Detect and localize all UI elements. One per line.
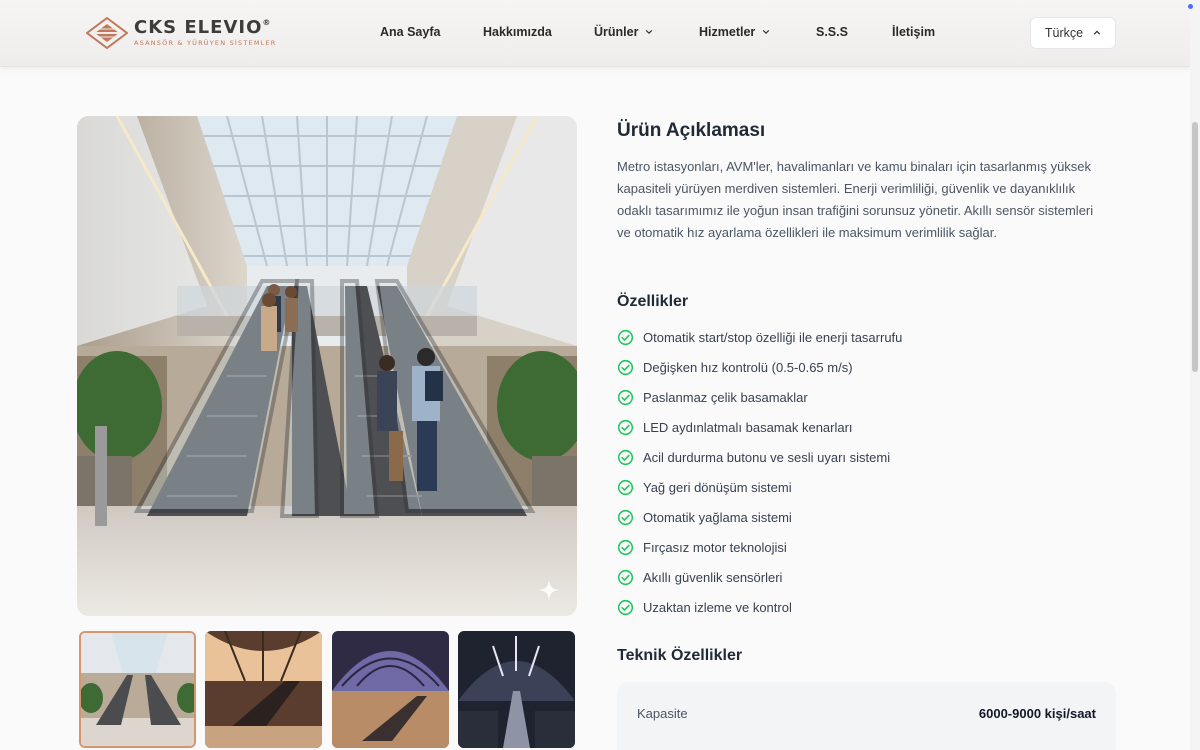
feature-text: Fırçasız motor teknolojisi xyxy=(643,539,787,555)
feature-text: LED aydınlatmalı basamak kenarları xyxy=(643,419,853,435)
check-circle-icon xyxy=(617,539,634,555)
brand-name: CKS ELEVIO® xyxy=(134,17,272,39)
thumbnail-image xyxy=(81,633,194,746)
feature-item: Otomatik start/stop özelliği ile enerji … xyxy=(617,322,902,352)
check-circle-icon xyxy=(617,329,634,345)
features-title: Özellikler xyxy=(617,293,689,310)
feature-item: Uzaktan izleme ve kontrol xyxy=(617,592,902,622)
scrollbar-track[interactable] xyxy=(1190,0,1200,750)
description-title: Ürün Açıklaması xyxy=(617,120,766,141)
spec-value: 6000-9000 kişi/saat xyxy=(978,706,1096,721)
thumbnail-image xyxy=(458,631,575,748)
check-circle-icon xyxy=(617,449,634,465)
feature-item: LED aydınlatmalı basamak kenarları xyxy=(617,412,902,442)
check-circle-icon xyxy=(617,479,634,495)
nav-contact[interactable]: İletişim xyxy=(892,25,935,39)
spec-label: Kapasite xyxy=(637,706,688,721)
check-circle-icon xyxy=(617,419,634,435)
sparkle-icon xyxy=(538,579,560,601)
logo-mark-icon xyxy=(86,17,128,49)
chevron-up-icon xyxy=(1093,30,1101,35)
feature-text: Acil durdurma butonu ve sesli uyarı sist… xyxy=(643,449,891,465)
check-circle-icon xyxy=(617,599,634,615)
nav-faq[interactable]: S.S.S xyxy=(816,25,848,39)
feature-text: Yağ geri dönüşüm sistemi xyxy=(643,479,792,495)
spec-row-capacity: Kapasite 6000-9000 kişi/saat xyxy=(637,706,1096,721)
features-list: Otomatik start/stop özelliği ile enerji … xyxy=(617,322,902,622)
language-selector[interactable]: Türkçe xyxy=(1030,17,1116,49)
thumbnail-image xyxy=(205,631,322,748)
feature-item: Yağ geri dönüşüm sistemi xyxy=(617,472,902,502)
feature-item: Paslanmaz çelik basamaklar xyxy=(617,382,902,412)
brand-logo[interactable]: CKS ELEVIO® ASANSÖR & YÜRÜYEN SİSTEMLER xyxy=(86,17,276,49)
feature-item: Akıllı güvenlik sensörleri xyxy=(617,562,902,592)
gallery-thumbnail-2[interactable] xyxy=(205,631,322,748)
feature-item: Acil durdurma butonu ve sesli uyarı sist… xyxy=(617,442,902,472)
feature-text: Paslanmaz çelik basamaklar xyxy=(643,389,808,405)
feature-item: Otomatik yağlama sistemi xyxy=(617,502,902,532)
feature-item: Değişken hız kontrolü (0.5-0.65 m/s) xyxy=(617,352,902,382)
feature-text: Akıllı güvenlik sensörleri xyxy=(643,569,783,585)
check-circle-icon xyxy=(617,359,634,375)
check-circle-icon xyxy=(617,389,634,405)
nav-home[interactable]: Ana Sayfa xyxy=(380,25,440,39)
escalator-mall-illustration xyxy=(77,116,577,616)
chevron-down-icon xyxy=(763,29,770,35)
product-description: Metro istasyonları, AVM'ler, havalimanla… xyxy=(617,159,1094,240)
gallery-thumbnail-4[interactable] xyxy=(458,631,575,748)
site-header: CKS ELEVIO® ASANSÖR & YÜRÜYEN SİSTEMLER … xyxy=(0,0,1190,67)
specs-title: Teknik Özellikler xyxy=(617,647,743,664)
thumbnail-image xyxy=(332,631,449,748)
specs-card: Kapasite 6000-9000 kişi/saat xyxy=(617,682,1116,750)
notification-dot xyxy=(1188,4,1193,9)
language-label: Türkçe xyxy=(1044,26,1084,40)
feature-item: Fırçasız motor teknolojisi xyxy=(617,532,902,562)
gallery-thumbnail-1[interactable] xyxy=(79,631,196,748)
nav-about[interactable]: Hakkımızda xyxy=(483,25,552,39)
feature-text: Değişken hız kontrolü (0.5-0.65 m/s) xyxy=(643,359,853,375)
feature-text: Otomatik start/stop özelliği ile enerji … xyxy=(643,329,903,345)
chevron-down-icon xyxy=(646,29,653,35)
nav-services[interactable]: Hizmetler xyxy=(699,25,770,39)
check-circle-icon xyxy=(617,509,634,525)
brand-tagline: ASANSÖR & YÜRÜYEN SİSTEMLER xyxy=(134,39,277,48)
product-main-image[interactable] xyxy=(77,116,577,616)
check-circle-icon xyxy=(617,569,634,585)
scrollbar-thumb[interactable] xyxy=(1192,122,1198,372)
feature-text: Uzaktan izleme ve kontrol xyxy=(643,599,792,615)
nav-products[interactable]: Ürünler xyxy=(594,25,653,39)
feature-text: Otomatik yağlama sistemi xyxy=(643,509,792,525)
gallery-thumbnail-3[interactable] xyxy=(332,631,449,748)
